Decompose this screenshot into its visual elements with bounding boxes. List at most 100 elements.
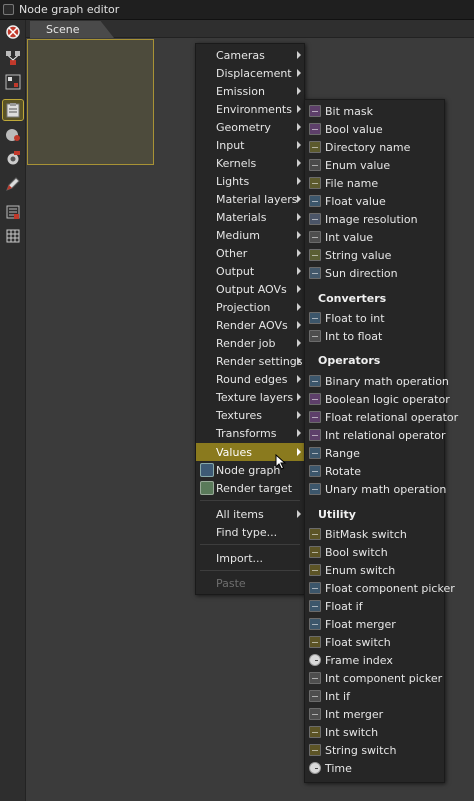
submenu-item-bool-switch[interactable]: Bool switch [305,543,444,561]
submenu-arrow-icon [297,123,301,131]
node-graph-icon [200,463,214,477]
string-icon [309,249,321,261]
menu-item-render-target[interactable]: Render target [196,479,304,497]
file-icon [309,177,321,189]
nodes-grid-icon[interactable] [3,72,23,92]
pencil-icon[interactable] [3,174,23,194]
submenu-arrow-icon [297,267,301,275]
submenu-arrow-icon [297,393,301,401]
submenu-item-int-component-picker[interactable]: Int component picker [305,669,444,687]
submenu-item-binary-math-operation[interactable]: Binary math operation [305,372,449,390]
submenu-item-float-merger[interactable]: Float merger [305,615,444,633]
submenu-item-bit-mask[interactable]: Bit mask [305,102,444,120]
menu-item-material-layers[interactable]: Material layers [196,190,304,208]
submenu-item-boolean-logic-operator[interactable]: Boolean logic operator [305,390,450,408]
menu-item-render-settings[interactable]: Render settings [196,352,304,370]
submenu-item-unary-math-operation[interactable]: Unary math operation [305,480,446,498]
window-checkbox[interactable] [3,4,14,15]
submenu-item-enum-value[interactable]: Enum value [305,156,444,174]
submenu-item-image-resolution[interactable]: Image resolution [305,210,444,228]
submenu-arrow-icon [297,285,301,293]
menu-item-medium[interactable]: Medium [196,226,304,244]
switch-icon [309,726,321,738]
int-icon [309,690,321,702]
menu-item-other[interactable]: Other [196,244,304,262]
bit-mask-icon [309,105,321,117]
menu-item-lights[interactable]: Lights [196,172,304,190]
clipboard-icon[interactable] [2,99,24,121]
submenu-item-int-switch[interactable]: Int switch [305,723,444,741]
enum-icon [309,159,321,171]
submenu-item-int-relational-operator[interactable]: Int relational operator [305,426,446,444]
camera-icon[interactable] [3,148,23,168]
submenu-arrow-icon [297,231,301,239]
submenu-item-float-relational-operator[interactable]: Float relational operator [305,408,458,426]
clock-icon [309,654,321,666]
submenu-item-file-name[interactable]: File name [305,174,444,192]
bool-icon [309,123,321,135]
menu-item-cameras[interactable]: Cameras [196,46,304,64]
menu-item-environments[interactable]: Environments [196,100,304,118]
title-bar: Node graph editor [0,0,474,20]
menu-item-textures[interactable]: Textures [196,406,304,424]
submenu-item-string-value[interactable]: String value [305,246,444,264]
menu-item-emission[interactable]: Emission [196,82,304,100]
menu-item-round-edges[interactable]: Round edges [196,370,304,388]
submenu-item-enum-switch[interactable]: Enum switch [305,561,444,579]
submenu-item-range[interactable]: Range [305,444,444,462]
image-resolution-icon [309,213,321,225]
menu-item-materials[interactable]: Materials [196,208,304,226]
float-icon [309,600,321,612]
tab-scene[interactable]: Scene [30,21,114,38]
menu-item-render-aovs[interactable]: Render AOVs [196,316,304,334]
menu-item-transforms[interactable]: Transforms [196,424,304,442]
menu-item-projection[interactable]: Projection [196,298,304,316]
submenu-item-directory-name[interactable]: Directory name [305,138,444,156]
submenu-item-int-to-float[interactable]: Int to float [305,327,444,345]
submenu-item-rotate[interactable]: Rotate [305,462,444,480]
switch-icon [309,528,321,540]
menu-item-geometry[interactable]: Geometry [196,118,304,136]
submenu-item-sun-direction[interactable]: Sun direction [305,264,444,282]
submenu-arrow-icon [297,510,301,518]
menu-item-node-graph[interactable]: Node graph [196,461,304,479]
submenu-arrow-icon [297,159,301,167]
submenu-item-int-value[interactable]: Int value [305,228,444,246]
submenu-item-bool-value[interactable]: Bool value [305,120,444,138]
bool-icon [309,393,321,405]
float-icon [309,618,321,630]
submenu-arrow-icon [297,87,301,95]
submenu-item-frame-index[interactable]: Frame index [305,651,444,669]
menu-item-texture-layers[interactable]: Texture layers [196,388,304,406]
submenu-item-int-merger[interactable]: Int merger [305,705,444,723]
menu-item-input[interactable]: Input [196,136,304,154]
magnet-icon[interactable] [3,202,23,222]
material-icon[interactable] [3,124,23,144]
submenu-arrow-icon [297,177,301,185]
submenu-item-float-if[interactable]: Float if [305,597,444,615]
left-toolbar [0,20,26,801]
submenu-item-string-switch[interactable]: String switch [305,741,444,759]
graph-settings-icon[interactable] [3,22,23,42]
submenu-item-bitmask-switch[interactable]: BitMask switch [305,525,444,543]
menu-item-render-job[interactable]: Render job [196,334,304,352]
menu-item-values[interactable]: Values [196,443,304,461]
submenu-arrow-icon [297,411,301,419]
submenu-item-time[interactable]: Time [305,759,444,777]
menu-item-kernels[interactable]: Kernels [196,154,304,172]
submenu-item-float-value[interactable]: Float value [305,192,444,210]
table-icon[interactable] [3,226,23,246]
submenu-item-float-to-int[interactable]: Float to int [305,309,444,327]
scene-node-preview[interactable] [27,39,154,165]
menu-item-all-items[interactable]: All items [196,505,304,523]
menu-item-import[interactable]: Import... [196,549,304,567]
submenu-item-float-switch[interactable]: Float switch [305,633,444,651]
submenu-item-int-if[interactable]: Int if [305,687,444,705]
menu-item-output-aovs[interactable]: Output AOVs [196,280,304,298]
menu-item-output[interactable]: Output [196,262,304,280]
menu-item-find-type[interactable]: Find type... [196,523,304,541]
submenu-item-float-component-picker[interactable]: Float component picker [305,579,455,597]
menu-item-displacement[interactable]: Displacement [196,64,304,82]
node-layout-icon[interactable] [3,48,23,68]
float-icon [309,465,321,477]
